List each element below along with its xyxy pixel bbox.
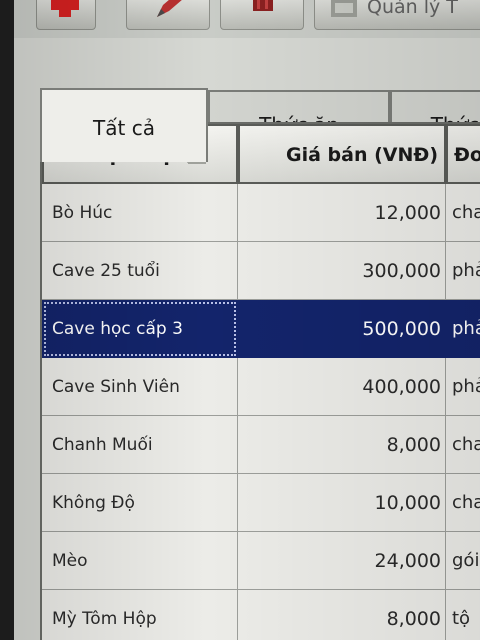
cell-service-name[interactable]: Mỳ Tôm Hộp <box>42 590 238 640</box>
service-table: Tên dịch vụ Giá bán (VNĐ) Đơ Bò Húc12,00… <box>40 122 480 640</box>
column-header-price[interactable]: Giá bán (VNĐ) <box>238 124 446 184</box>
cell-service-name[interactable]: Chanh Muối <box>42 416 238 474</box>
cell-unit[interactable]: gói <box>446 532 480 590</box>
cell-service-name[interactable]: Cave 25 tuổi <box>42 242 238 300</box>
cell-unit[interactable]: cha <box>446 474 480 532</box>
manage-button-label: Quản lý T <box>367 0 458 18</box>
add-icon <box>51 0 79 17</box>
cell-unit[interactable]: phả <box>446 242 480 300</box>
tab-all[interactable]: Tất cả <box>40 88 208 162</box>
cell-service-name[interactable]: Cave học cấp 3 <box>42 300 238 358</box>
cell-price[interactable]: 400,000 <box>238 358 446 416</box>
cell-price[interactable]: 500,000 <box>238 300 446 358</box>
cell-service-name[interactable]: Mèo <box>42 532 238 590</box>
tab-bar: Tất cả Thức ăn Thức <box>14 38 480 162</box>
manage-button[interactable]: Quản lý T <box>314 0 480 30</box>
cell-unit[interactable]: cha <box>446 184 480 242</box>
edit-button[interactable] <box>126 0 210 30</box>
cell-service-name[interactable]: Không Độ <box>42 474 238 532</box>
table-row[interactable]: Cave Sinh Viên400,000phả <box>42 358 480 416</box>
add-button[interactable] <box>36 0 96 30</box>
table-row[interactable]: Cave học cấp 3500,000phả <box>42 300 480 358</box>
cell-unit[interactable]: tộ <box>446 590 480 640</box>
cell-unit[interactable]: cha <box>446 416 480 474</box>
trash-icon <box>253 0 273 11</box>
pencil-icon <box>157 0 182 17</box>
cell-service-name[interactable]: Cave Sinh Viên <box>42 358 238 416</box>
manage-icon <box>331 0 357 17</box>
delete-button[interactable] <box>220 0 304 30</box>
table-row[interactable]: Mèo 24,000 gói <box>42 532 480 590</box>
column-header-unit[interactable]: Đơ <box>446 124 480 184</box>
app-window: Quản lý T Tất cả Thức ăn Thức Tên dịch v… <box>14 0 480 640</box>
cell-unit[interactable]: phả <box>446 300 480 358</box>
table-row[interactable]: Cave 25 tuổi300,000phả <box>42 242 480 300</box>
cell-price[interactable]: 10,000 <box>238 474 446 532</box>
table-row[interactable]: Bò Húc12,000cha <box>42 184 480 242</box>
table-row[interactable]: Không Độ10,000cha <box>42 474 480 532</box>
toolbar: Quản lý T <box>14 0 480 38</box>
cell-price[interactable]: 8,000 <box>238 416 446 474</box>
cell-price[interactable]: 8,000 <box>238 590 446 640</box>
cell-price[interactable]: 24,000 <box>238 532 446 590</box>
table-row[interactable]: Mỳ Tôm Hộp 8,000 tộ <box>42 590 480 640</box>
cell-price[interactable]: 12,000 <box>238 184 446 242</box>
cell-unit[interactable]: phả <box>446 358 480 416</box>
table-row[interactable]: Chanh Muối8,000cha <box>42 416 480 474</box>
cell-service-name[interactable]: Bò Húc <box>42 184 238 242</box>
cell-price[interactable]: 300,000 <box>238 242 446 300</box>
